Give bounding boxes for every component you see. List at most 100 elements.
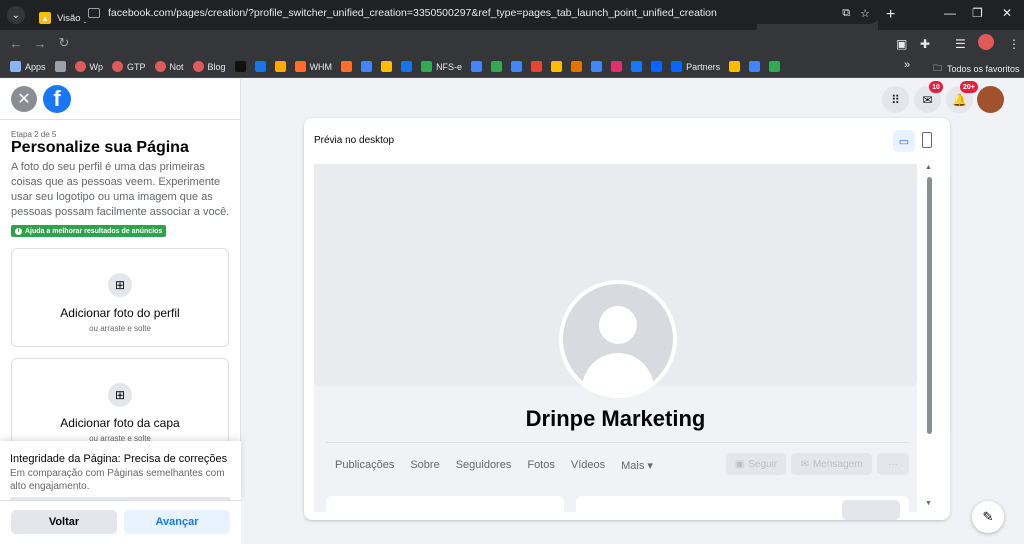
bookmark-item[interactable]: Not [154, 61, 184, 72]
bookmark-favicon-icon [749, 61, 761, 72]
account-avatar[interactable] [977, 86, 1004, 113]
bookmark-item[interactable] [571, 61, 583, 72]
scroll-up-icon[interactable]: ▲ [925, 164, 932, 171]
bookmark-favicon-icon [471, 61, 483, 72]
bookmark-item[interactable]: Wp [74, 61, 104, 72]
scroll-down-icon[interactable]: ▼ [925, 500, 932, 507]
close-window-button[interactable]: ✕ [1002, 6, 1012, 20]
preview-scrollbar[interactable]: ▲ ▼ [924, 164, 936, 512]
bookmark-favicon-icon [631, 61, 643, 72]
bookmark-item[interactable] [611, 61, 623, 72]
bookmark-item[interactable]: GTP [112, 61, 146, 72]
bookmark-item[interactable] [769, 61, 781, 72]
media-icon[interactable]: ☰ [955, 37, 966, 51]
desktop-view-icon[interactable]: ▭ [893, 130, 915, 152]
bookmark-label: Wp [89, 61, 104, 72]
browser-toolbar: ← → ↻ [0, 30, 1024, 56]
site-info-icon[interactable] [88, 8, 100, 18]
desktop-preview-card: Prévia no desktop ▭ Drinpe Marketing Pub… [304, 118, 950, 520]
minimize-button[interactable]: — [944, 6, 956, 20]
bookmark-item[interactable] [274, 61, 286, 72]
bookmark-star-icon[interactable]: ☆ [860, 7, 870, 20]
bookmarks-overflow-icon[interactable]: » [904, 59, 910, 71]
bookmarks-bar: Apps Wp GTP Not Blog WHM NFS-e Partners [0, 56, 1024, 78]
bookmark-item[interactable]: NFS-e [421, 61, 462, 72]
page-tab: Vídeos [570, 459, 606, 471]
url-text: facebook.com/pages/creation/?profile_swi… [108, 7, 717, 19]
bookmark-item[interactable] [591, 61, 603, 72]
bookmark-item[interactable] [401, 61, 413, 72]
new-tab-button[interactable]: + [886, 6, 895, 24]
bookmark-item[interactable] [471, 61, 483, 72]
mobile-view-icon[interactable] [922, 132, 932, 148]
bookmark-item[interactable]: Apps [10, 61, 46, 72]
all-bookmarks-label: Todos os favoritos [947, 64, 1020, 74]
follow-label: Seguir [748, 458, 778, 470]
panel-title: Personalize sua Página [11, 139, 189, 156]
page-setup-panel: ✕ f Etapa 2 de 5 Personalize sua Página … [0, 79, 241, 544]
drag-drop-hint: ou arraste e solte [89, 324, 151, 333]
bookmark-item[interactable] [551, 61, 563, 72]
bookmark-item[interactable] [54, 61, 66, 72]
bookmark-item[interactable] [491, 61, 503, 72]
facebook-logo-icon[interactable]: f [43, 85, 71, 113]
bookmark-item[interactable] [254, 61, 266, 72]
tab-search-button[interactable]: ⌄ [7, 6, 25, 24]
next-button[interactable]: Avançar [124, 510, 230, 534]
bookmark-item[interactable] [729, 61, 741, 72]
bookmark-favicon-icon [381, 61, 393, 72]
bookmark-item[interactable]: Partners [671, 61, 720, 72]
chrome-profile-avatar[interactable] [978, 34, 994, 50]
edit-compose-icon[interactable]: ✎ [972, 501, 1004, 533]
bookmark-item[interactable] [234, 61, 246, 72]
bookmark-item[interactable]: WHM [294, 61, 332, 72]
bookmark-favicon-icon [192, 61, 204, 72]
more-options-button: ··· [877, 453, 909, 475]
page-tab: Seguidores [455, 459, 512, 471]
bookmark-item[interactable] [651, 61, 663, 72]
bookmark-item[interactable] [631, 61, 643, 72]
bookmark-item[interactable] [361, 61, 373, 72]
bookmark-item[interactable] [381, 61, 393, 72]
page-preview: Drinpe Marketing Publicações Sobre Seguido… [314, 164, 917, 520]
info-icon: i [15, 227, 22, 235]
bookmark-label: NFS-e [436, 61, 463, 72]
bookmark-label: Not [169, 61, 184, 72]
bookmark-favicon-icon [729, 61, 741, 72]
bookmark-favicon-icon [611, 61, 623, 72]
bookmark-item[interactable] [749, 61, 761, 72]
bookmark-favicon-icon [154, 61, 166, 72]
page-name: Drinpe Marketing [525, 406, 706, 431]
scroll-thumb[interactable] [927, 177, 932, 434]
bookmark-item[interactable]: Blog [192, 61, 226, 72]
back-arrow-icon[interactable]: ← [4, 36, 28, 51]
notifications-bell-icon[interactable]: 🔔 20+ [946, 81, 978, 113]
close-icon[interactable]: ✕ [11, 86, 37, 112]
bookmark-item[interactable] [341, 61, 353, 72]
page-tabs: Publicações Sobre Seguidores Fotos Vídeos Mai… [335, 459, 669, 472]
message-label: Mensagem [812, 458, 863, 470]
intro-card [326, 496, 564, 520]
puzzle-icon[interactable]: ✚ [920, 37, 930, 51]
cast-icon[interactable]: ⧉ [842, 7, 850, 20]
bookmark-item[interactable] [531, 61, 543, 72]
all-bookmarks-folder[interactable]: 🗀 Todos os favoritos [933, 61, 1020, 77]
maximize-button[interactable]: ❐ [972, 6, 983, 20]
bookmark-favicon-icon [254, 61, 266, 72]
reload-icon[interactable]: ↻ [52, 35, 76, 51]
back-button[interactable]: Voltar [11, 510, 117, 534]
messenger-icon[interactable]: ✉ 10 [914, 81, 943, 113]
page-tab: Fotos [527, 459, 555, 471]
bookmark-favicon-icon [401, 61, 413, 72]
profile-photo-placeholder [559, 280, 677, 398]
forward-arrow-icon[interactable]: → [28, 36, 52, 51]
page-integrity-box: Integridade da Página: Precisa de correç… [0, 441, 241, 502]
menu-grid-icon[interactable]: ⠿ [882, 86, 909, 113]
bookmark-item[interactable] [511, 61, 523, 72]
bookmark-favicon-icon [551, 61, 563, 72]
address-bar[interactable]: facebook.com/pages/creation/?profile_swi… [80, 2, 880, 24]
chrome-menu-icon[interactable]: ⋮ [1008, 37, 1020, 51]
add-profile-photo-card[interactable]: ⊞ Adicionar foto do perfil ou arraste e … [11, 248, 229, 347]
bookmark-favicon-icon [571, 61, 583, 72]
extension-icon[interactable]: ▣ [896, 37, 907, 51]
